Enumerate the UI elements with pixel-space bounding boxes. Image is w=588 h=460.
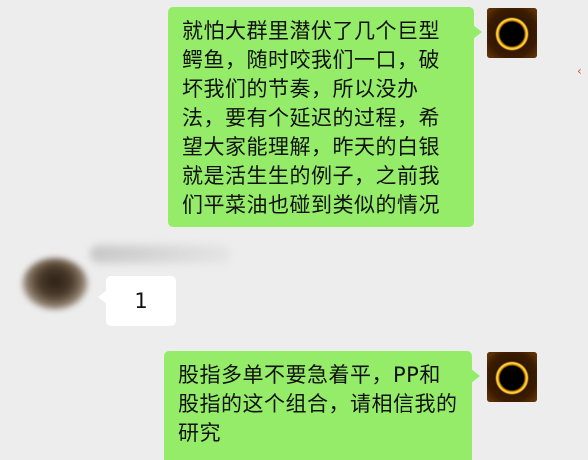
self-avatar[interactable] [487,352,537,402]
outgoing-message-bubble[interactable]: 就怕大群里潜伏了几个巨型鳄鱼，随时咬我们一口，破坏我们的节奏，所以没办法，要有个… [168,7,482,227]
outgoing-message-bubble[interactable]: 股指多单不要急着平，PP和股指的这个组合，请相信我的研究 [164,351,480,460]
sender-name-blurred [90,245,230,263]
solar-eclipse-avatar-icon [487,8,537,58]
self-avatar[interactable] [487,8,537,58]
incoming-message-bubble[interactable]: 1 [98,276,176,326]
chat-window: 就怕大群里潜伏了几个巨型鳄鱼，随时咬我们一口，破坏我们的节奏，所以没办法，要有个… [0,0,588,460]
other-avatar[interactable] [22,258,88,310]
edge-marker-icon: ‹ [577,64,582,78]
solar-eclipse-avatar-icon [487,352,537,402]
